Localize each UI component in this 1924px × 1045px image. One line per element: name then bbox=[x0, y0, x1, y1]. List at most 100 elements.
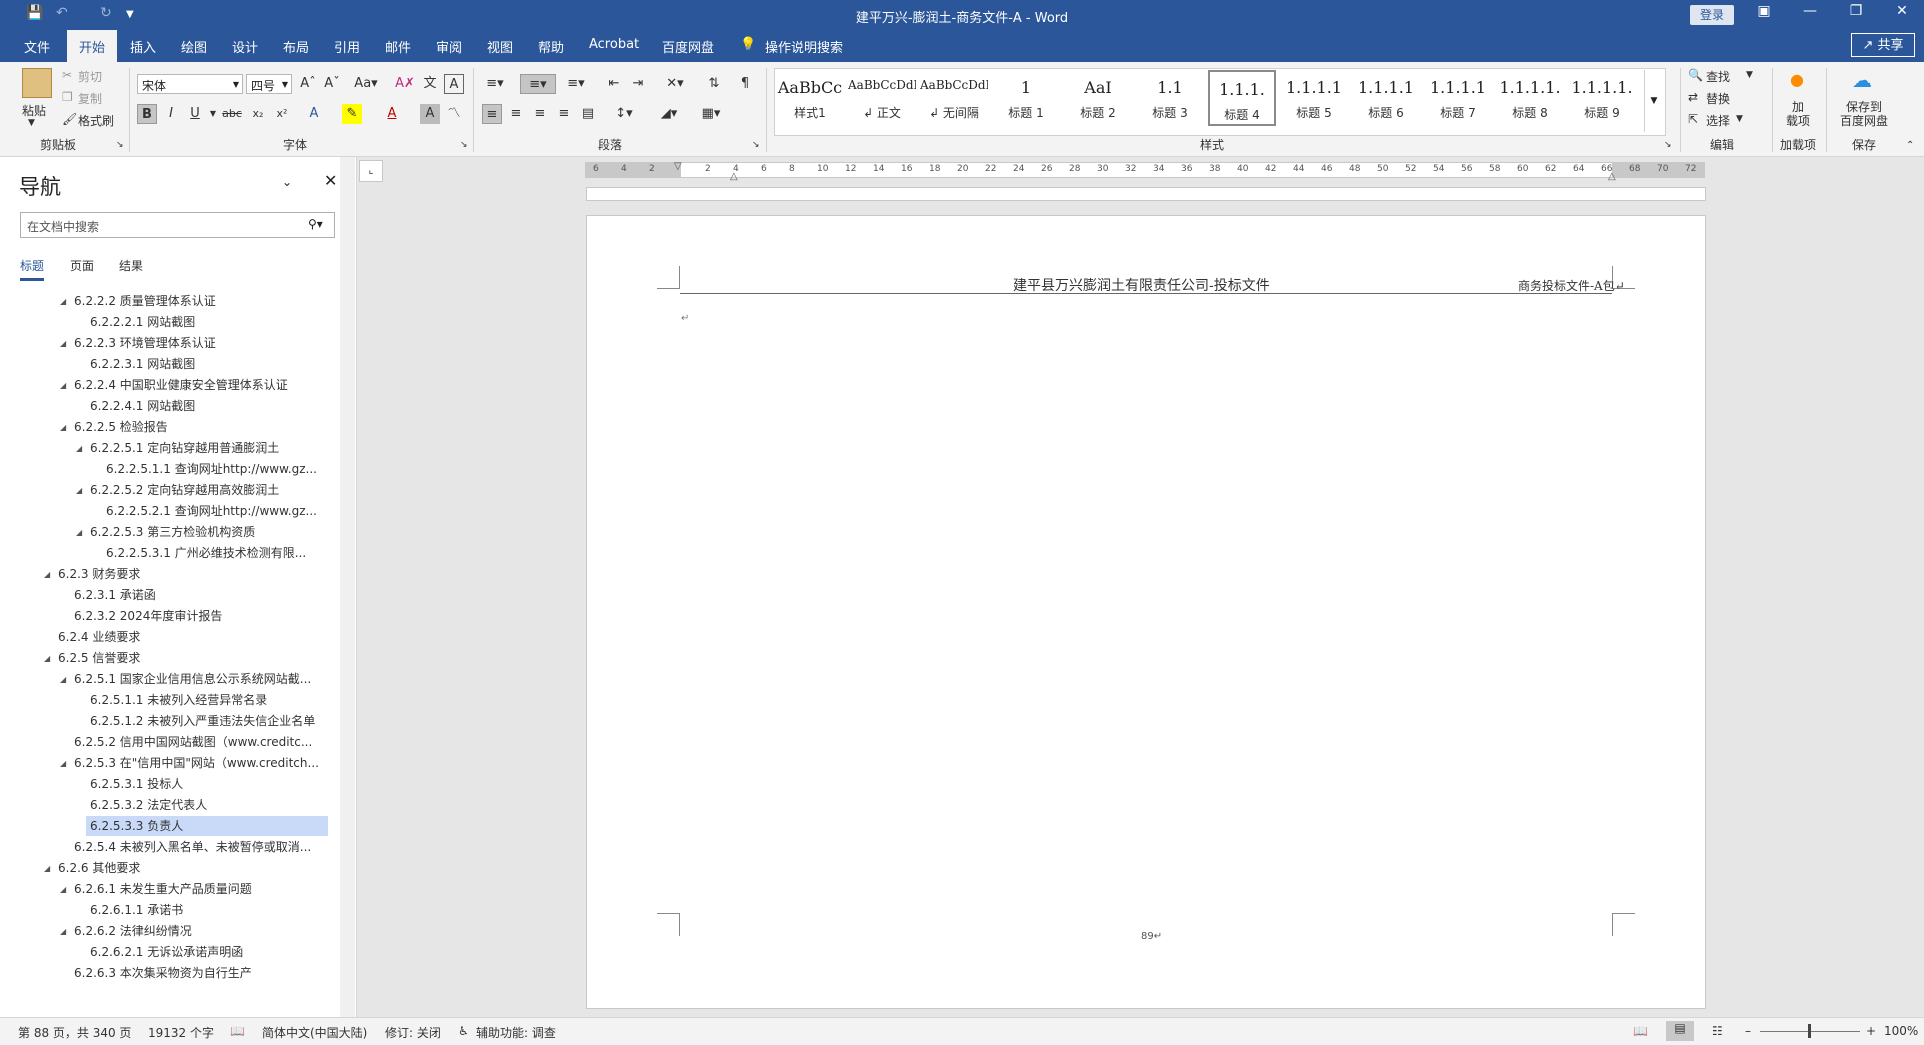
collapse-triangle-icon[interactable]: ◢ bbox=[60, 927, 66, 936]
zoom-out-icon[interactable]: – bbox=[1745, 1024, 1751, 1038]
character-shading-icon[interactable]: A bbox=[420, 104, 440, 124]
collapse-triangle-icon[interactable]: ◢ bbox=[44, 654, 50, 663]
italic-button[interactable]: I bbox=[161, 104, 181, 124]
tab-home[interactable]: 开始 bbox=[67, 30, 118, 62]
copy-icon[interactable]: ❐ bbox=[62, 90, 73, 104]
align-left-button[interactable]: ≡ bbox=[482, 104, 502, 124]
find-button[interactable]: 查找 bbox=[1706, 68, 1730, 85]
collapse-triangle-icon[interactable]: ◢ bbox=[76, 444, 82, 453]
addins-button[interactable]: 加 载项 bbox=[1786, 100, 1810, 128]
nav-heading-item[interactable]: 6.2.6.2.1 无诉讼承诺声明函 bbox=[86, 942, 247, 962]
right-indent-marker[interactable]: △ bbox=[1608, 171, 1616, 182]
nav-heading-item[interactable]: 6.2.2.4 中国职业健康安全管理体系认证 bbox=[70, 375, 292, 395]
collapse-triangle-icon[interactable]: ◢ bbox=[44, 570, 50, 579]
font-color-icon[interactable]: A bbox=[382, 104, 402, 124]
nav-heading-item[interactable]: 6.2.2.3 环境管理体系认证 bbox=[70, 333, 220, 353]
nav-heading-item[interactable]: 6.2.5.3.1 投标人 bbox=[86, 774, 187, 794]
proofing-icon[interactable]: 📖 bbox=[230, 1024, 245, 1038]
shading-icon[interactable]: ◢▾ bbox=[654, 104, 684, 124]
nav-heading-item[interactable]: 6.2.3.2 2024年度审计报告 bbox=[70, 606, 226, 626]
select-button[interactable]: 选择 bbox=[1706, 112, 1730, 129]
nav-heading-item[interactable]: 6.2.5.3.2 法定代表人 bbox=[86, 795, 211, 815]
nav-heading-item[interactable]: 6.2.2.5.2 定向钻穿越用高效膨润土 bbox=[86, 480, 283, 500]
tab-file[interactable]: 文件 bbox=[24, 37, 50, 56]
style-item[interactable]: 1 标题 1 bbox=[992, 70, 1060, 126]
justify-button[interactable]: ≡ bbox=[554, 104, 574, 124]
select-dropdown-icon[interactable]: ▼ bbox=[1736, 114, 1743, 124]
style-item[interactable]: AaBbCcDdI ↲ 正文 bbox=[848, 70, 916, 126]
tab-view[interactable]: 视图 bbox=[487, 37, 513, 56]
nav-heading-item[interactable]: 6.2.5.1.2 未被列入严重违法失信企业名单 bbox=[86, 711, 319, 731]
collapse-triangle-icon[interactable]: ◢ bbox=[60, 381, 66, 390]
phonetic-guide-icon[interactable]: 文 bbox=[420, 74, 440, 94]
style-item[interactable]: AaBbCcDdI ↲ 无间隔 bbox=[920, 70, 988, 126]
change-case-icon[interactable]: Aa▾ bbox=[352, 74, 380, 94]
collapse-triangle-icon[interactable]: ◢ bbox=[60, 885, 66, 894]
nav-heading-item-selected[interactable]: 6.2.5.3.3 负责人 bbox=[86, 816, 328, 836]
tab-selector-icon[interactable]: ⌞ bbox=[359, 160, 383, 182]
nav-heading-item[interactable]: 6.2.6 其他要求 bbox=[54, 858, 144, 878]
nav-heading-item[interactable]: 6.2.5.3 在"信用中国"网站（www.creditch... bbox=[70, 753, 323, 773]
style-item[interactable]: AaBbCc 样式1 bbox=[776, 70, 844, 126]
increase-indent-icon[interactable]: ⇥ bbox=[628, 74, 648, 94]
nav-heading-item[interactable]: 6.2.2.2.1 网站截图 bbox=[86, 312, 199, 332]
bullets-icon[interactable]: ≡▾ bbox=[482, 74, 508, 94]
zoom-level[interactable]: 100% bbox=[1884, 1024, 1918, 1038]
strikethrough-button[interactable]: abc bbox=[222, 104, 242, 124]
nav-heading-item[interactable]: 6.2.3.1 承诺函 bbox=[70, 585, 160, 605]
hanging-indent-marker[interactable]: △ bbox=[730, 171, 738, 182]
collapse-triangle-icon[interactable]: ◢ bbox=[76, 528, 82, 537]
zoom-in-icon[interactable]: + bbox=[1866, 1024, 1876, 1038]
styles-more-icon[interactable]: ▼ bbox=[1644, 70, 1663, 132]
collapse-triangle-icon[interactable]: ◢ bbox=[76, 486, 82, 495]
replace-button[interactable]: 替换 bbox=[1706, 90, 1730, 107]
tab-layout[interactable]: 布局 bbox=[283, 37, 309, 56]
enclose-characters-icon[interactable]: 〽 bbox=[444, 104, 464, 124]
numbering-icon[interactable]: ≡▾ bbox=[520, 74, 556, 94]
paste-icon[interactable] bbox=[22, 68, 52, 98]
login-button[interactable]: 登录 bbox=[1690, 5, 1734, 25]
collapse-ribbon-icon[interactable]: ⌃ bbox=[1906, 140, 1914, 151]
collapse-triangle-icon[interactable]: ◢ bbox=[60, 339, 66, 348]
collapse-triangle-icon[interactable]: ◢ bbox=[60, 759, 66, 768]
collapse-triangle-icon[interactable]: ◢ bbox=[60, 423, 66, 432]
close-icon[interactable]: ✕ bbox=[1882, 3, 1922, 19]
superscript-button[interactable]: x² bbox=[272, 104, 292, 124]
distributed-button[interactable]: ▤ bbox=[578, 104, 598, 124]
tab-baidu-netdisk[interactable]: 百度网盘 bbox=[662, 37, 714, 56]
cut-button[interactable]: 剪切 bbox=[78, 68, 102, 85]
shrink-font-icon[interactable]: Aˇ bbox=[322, 74, 342, 94]
nav-heading-item[interactable]: 6.2.2.5 检验报告 bbox=[70, 417, 172, 437]
zoom-slider-thumb[interactable] bbox=[1808, 1024, 1811, 1038]
tab-draw[interactable]: 绘图 bbox=[181, 37, 207, 56]
style-item[interactable]: 1.1.1.1 标题 5 bbox=[1280, 70, 1348, 126]
chevron-down-icon[interactable]: ⌄ bbox=[282, 175, 292, 189]
collapse-triangle-icon[interactable]: ◢ bbox=[44, 864, 50, 873]
tab-review[interactable]: 审阅 bbox=[436, 37, 462, 56]
tab-references[interactable]: 引用 bbox=[334, 37, 360, 56]
style-item[interactable]: 1.1.1.1. 标题 8 bbox=[1496, 70, 1564, 126]
tab-help[interactable]: 帮助 bbox=[538, 37, 564, 56]
sort-icon[interactable]: ⇅ bbox=[704, 74, 724, 94]
styles-launcher-icon[interactable]: ↘ bbox=[1664, 140, 1672, 150]
paste-dropdown-icon[interactable]: ▼ bbox=[28, 118, 35, 128]
nav-heading-item[interactable]: 6.2.2.5.3 第三方检验机构资质 bbox=[86, 522, 259, 542]
nav-heading-item[interactable]: 6.2.2.5.1.1 查询网址http://www.gz... bbox=[102, 459, 321, 479]
align-right-button[interactable]: ≡ bbox=[530, 104, 550, 124]
clear-formatting-icon[interactable]: A✗ bbox=[395, 74, 415, 94]
web-layout-icon[interactable]: ☷ bbox=[1712, 1024, 1723, 1038]
style-item[interactable]: 1.1.1.1 标题 6 bbox=[1352, 70, 1420, 126]
nav-heading-item[interactable]: 6.2.6.1.1 承诺书 bbox=[86, 900, 187, 920]
nav-tab-results[interactable]: 结果 bbox=[119, 257, 143, 274]
horizontal-ruler[interactable]: 6 4 2 2 4 6 8 10 12 14 16 18 20 22 24 26 28 30 32 34 36 38 40 4… bbox=[585, 161, 1705, 182]
borders-icon[interactable]: ▦▾ bbox=[696, 104, 726, 124]
share-button[interactable]: ↗ 共享 bbox=[1851, 33, 1915, 57]
clipboard-launcher-icon[interactable]: ↘ bbox=[116, 140, 124, 150]
nav-heading-item[interactable]: 6.2.4 业绩要求 bbox=[54, 627, 144, 647]
font-size-combo[interactable]: 四号 ▼ bbox=[246, 74, 292, 94]
close-icon[interactable]: ✕ bbox=[324, 171, 337, 190]
document-page[interactable]: 建平县万兴膨润土有限责任公司-投标文件 商务投标文件-A包↵ ↵ 89↵ bbox=[586, 215, 1706, 1009]
format-painter-button[interactable]: 格式刷 bbox=[78, 112, 114, 129]
search-icon[interactable]: ⚲▾ bbox=[308, 217, 323, 231]
highlight-color-icon[interactable]: ✎ bbox=[342, 104, 362, 124]
